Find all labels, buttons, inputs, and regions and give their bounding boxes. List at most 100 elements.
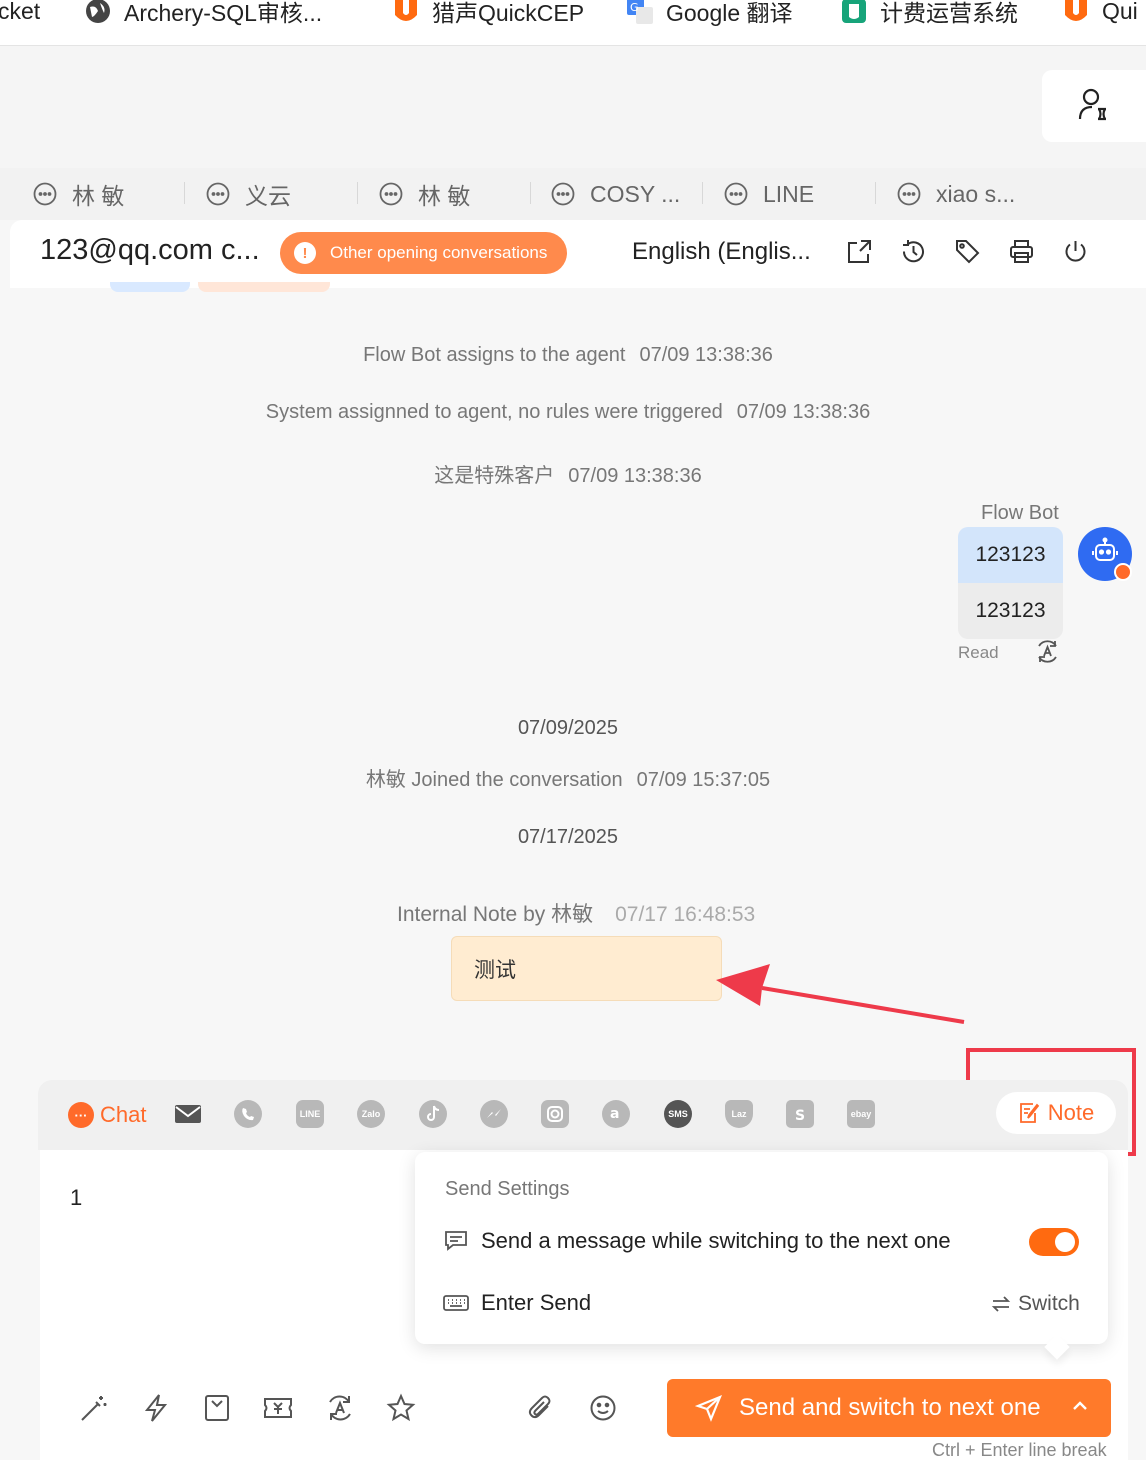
tab-conversation-5[interactable]: LINE: [723, 168, 814, 220]
status-badge: [1114, 563, 1132, 581]
send-switch-toggle[interactable]: [1029, 1228, 1079, 1256]
bookmarks-bar: cket Archery-SQL审核... 猎声QuickCEP G Googl…: [0, 0, 1146, 46]
internal-note-bubble[interactable]: 测试: [451, 936, 722, 1001]
customer-tag: [110, 282, 190, 292]
tab-conversation-6[interactable]: xiao s...: [896, 168, 1015, 220]
read-receipt: Read: [958, 643, 999, 662]
sender-name: Flow Bot: [981, 502, 1059, 524]
annotation-arrow: [716, 964, 965, 1024]
lightning-icon[interactable]: [141, 1393, 171, 1423]
line-icon[interactable]: LINE: [296, 1100, 324, 1128]
send-and-switch-button[interactable]: Send and switch to next one: [667, 1379, 1111, 1437]
chat-bubble-icon: [896, 181, 922, 207]
translate-icon[interactable]: [325, 1393, 355, 1423]
chat-bubble-icon: [550, 181, 576, 207]
tab-divider: [184, 182, 185, 204]
agent-status-button[interactable]: [1042, 70, 1146, 142]
star-icon[interactable]: [386, 1393, 416, 1423]
u-logo-icon: [1062, 0, 1090, 25]
system-message: 林敏 Joined the conversation 07/09 15:37:05: [365, 769, 771, 791]
note-button[interactable]: Note: [996, 1092, 1116, 1134]
switch-shortcut-button[interactable]: Switch: [990, 1292, 1080, 1316]
customer-tag: [198, 282, 330, 292]
enter-send-setting: Enter Send: [443, 1290, 591, 1316]
attachment-icon[interactable]: [526, 1393, 556, 1423]
popover-title: Send Settings: [445, 1178, 570, 1200]
bot-message-bubble[interactable]: 123123: [958, 583, 1063, 639]
system-message: Flow Bot assigns to the agent 07/09 13:38…: [363, 344, 773, 366]
chat-icon: ···: [68, 1102, 94, 1128]
tiktok-icon[interactable]: [419, 1100, 447, 1128]
paper-plane-icon: [695, 1394, 723, 1422]
shortcut-hint: Ctrl + Enter line break: [932, 1440, 1107, 1460]
send-and-switch-setting: Send a message while switching to the ne…: [443, 1228, 951, 1254]
inbox-icon[interactable]: [202, 1393, 232, 1423]
tab-divider: [530, 182, 531, 204]
bookmark-quickcep[interactable]: 猎声QuickCEP: [392, 0, 584, 26]
tab-conversation-1[interactable]: 林 敏: [32, 168, 124, 220]
globe-icon: [84, 0, 112, 25]
email-icon[interactable]: [174, 1100, 202, 1128]
tab-conversation-3[interactable]: 林 敏: [378, 168, 470, 220]
chat-bubble-icon: [32, 181, 58, 207]
lazada-icon[interactable]: Laz: [725, 1100, 753, 1128]
zalo-icon[interactable]: Zalo: [357, 1100, 385, 1128]
date-divider: 07/09/2025: [517, 717, 619, 739]
user-pending-icon: [1078, 87, 1110, 126]
instagram-icon[interactable]: [541, 1100, 569, 1128]
bookmark-qui[interactable]: Qui: [1062, 0, 1138, 26]
conversation-tabs: 林 敏 义云 林 敏 COSY ... LINE xiao s...: [0, 168, 1146, 220]
shield-logo-icon: [840, 0, 868, 25]
history-icon[interactable]: [900, 238, 927, 265]
system-message: System assignned to agent, no rules were…: [265, 401, 871, 423]
tag-icon[interactable]: [954, 238, 981, 265]
toggle-knob: [1055, 1232, 1075, 1252]
conversation-header: 123@qq.com c... ! Other opening conversa…: [10, 220, 1146, 288]
google-translate-icon: G: [626, 0, 654, 25]
bookmark-archery[interactable]: Archery-SQL审核...: [84, 0, 322, 26]
note-edit-icon: [1018, 1102, 1040, 1124]
print-icon[interactable]: [1008, 238, 1035, 265]
keyboard-icon: [443, 1290, 469, 1316]
bookmark-ticket[interactable]: cket: [0, 0, 40, 26]
exclamation-icon: !: [294, 242, 316, 264]
internal-note-header: Internal Note by 林敏 07/17 16:48:53: [397, 903, 756, 926]
chat-bubble-icon: [205, 181, 231, 207]
bookmark-billing[interactable]: 计费运营系统: [840, 0, 1018, 26]
tab-conversation-2[interactable]: 义云: [205, 168, 291, 220]
bot-message-bubble[interactable]: 123123: [958, 527, 1063, 583]
language-selector[interactable]: English (Englis...: [632, 238, 811, 266]
tab-conversation-4[interactable]: COSY ...: [550, 168, 680, 220]
customer-title[interactable]: 123@qq.com c...: [40, 234, 260, 267]
date-divider: 07/17/2025: [517, 826, 619, 848]
system-message: 这是特殊客户 07/09 13:38:36: [434, 465, 702, 487]
power-icon[interactable]: [1062, 238, 1089, 265]
magic-wand-icon[interactable]: [79, 1393, 109, 1423]
sms-icon[interactable]: SMS: [664, 1100, 692, 1128]
tab-divider: [357, 182, 358, 204]
channel-chat-tab[interactable]: ··· Chat: [68, 1102, 146, 1128]
top-area: [0, 46, 1146, 171]
shopee-icon[interactable]: S: [786, 1100, 814, 1128]
messenger-icon[interactable]: [480, 1100, 508, 1128]
u-logo-icon: [392, 0, 420, 25]
svg-text:a: a: [610, 1106, 619, 1122]
share-icon[interactable]: [846, 238, 873, 265]
tab-divider: [702, 182, 703, 204]
other-conversations-badge[interactable]: ! Other opening conversations: [280, 232, 568, 274]
send-settings-popover: Send Settings Send a message while switc…: [415, 1152, 1108, 1344]
emoji-icon[interactable]: [588, 1393, 618, 1423]
ticket-icon[interactable]: [263, 1393, 293, 1423]
ebay-icon[interactable]: ebay: [847, 1100, 875, 1128]
chat-bubble-icon: [723, 181, 749, 207]
swap-arrows-icon: [990, 1293, 1012, 1315]
svg-text:S: S: [795, 1108, 805, 1123]
bookmark-google-translate[interactable]: G Google 翻译: [626, 0, 793, 26]
amazon-icon[interactable]: a: [602, 1100, 630, 1128]
translate-icon[interactable]: [1034, 638, 1061, 665]
chat-bubble-icon: [378, 181, 404, 207]
chevron-up-icon[interactable]: [1069, 1395, 1091, 1417]
tab-divider: [875, 182, 876, 204]
message-input[interactable]: 1: [70, 1185, 82, 1211]
whatsapp-icon[interactable]: [234, 1100, 262, 1128]
